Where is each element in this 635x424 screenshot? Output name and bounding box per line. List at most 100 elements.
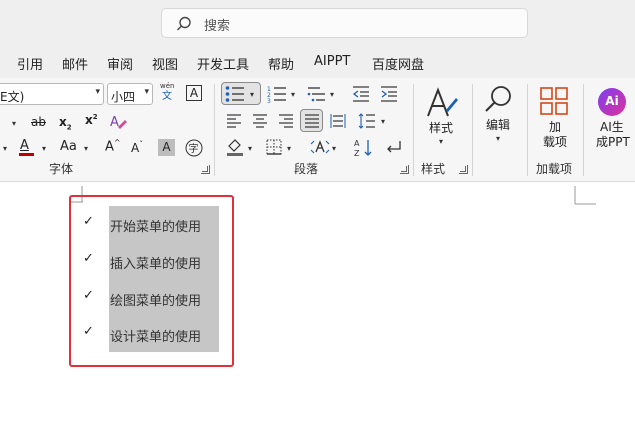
styles-dialog-launcher[interactable]: [459, 165, 468, 174]
check-bullet-icon: ✓: [83, 251, 94, 266]
search-box[interactable]: 搜索: [161, 8, 528, 38]
chevron-down-icon[interactable]: ▾: [439, 137, 443, 146]
chevron-down-icon[interactable]: ▾: [248, 144, 252, 153]
font-color-button[interactable]: A: [20, 139, 29, 152]
font-name-dropdown[interactable]: E文) ▾: [0, 83, 104, 105]
borders-icon[interactable]: [266, 139, 282, 155]
ribbon: E文) ▾ 小四 ▾ wén 文 A ▾ ab x2 x2 A ▾ A ▾ Aa…: [0, 78, 635, 182]
chevron-down-icon[interactable]: ▾: [3, 144, 7, 153]
grow-font-button[interactable]: A^: [105, 139, 121, 154]
margin-corner-right: [574, 186, 596, 205]
svg-text:A: A: [354, 139, 360, 148]
shading-icon[interactable]: [226, 138, 244, 156]
addins-button-line2[interactable]: 载项: [543, 135, 567, 150]
svg-text:Z: Z: [354, 149, 360, 158]
group-separator: [214, 84, 215, 176]
tab-help[interactable]: 帮助: [268, 54, 294, 73]
chevron-down-icon[interactable]: ▾: [12, 119, 16, 128]
addins-icon[interactable]: [540, 87, 568, 115]
tab-baidu-netdisk[interactable]: 百度网盘: [372, 54, 424, 73]
superscript-x: x: [85, 113, 93, 127]
multilevel-list-icon[interactable]: [306, 85, 326, 103]
strikethrough-button[interactable]: ab: [31, 116, 46, 128]
line-spacing-icon[interactable]: [358, 112, 376, 130]
change-case-button[interactable]: Aa: [60, 140, 77, 153]
chinese-layout-icon[interactable]: [310, 138, 330, 156]
phonetic-guide-icon: 文: [162, 91, 172, 102]
editing-button-label[interactable]: 编辑: [486, 118, 510, 133]
ai-ppt-line2[interactable]: 成PPT: [596, 135, 630, 150]
list-item-text: 插入菜单的使用: [110, 257, 202, 272]
search-placeholder: 搜索: [204, 19, 231, 34]
increase-indent-icon[interactable]: [380, 85, 398, 103]
distributed-icon[interactable]: [330, 113, 346, 129]
superscript-button[interactable]: x2: [85, 113, 98, 127]
chevron-down-icon[interactable]: ▾: [250, 90, 254, 99]
chevron-down-icon: ▾: [95, 87, 100, 97]
list-item[interactable]: ✓ 插入菜单的使用: [0, 251, 635, 272]
phonetic-guide-button[interactable]: wén: [160, 83, 174, 90]
font-size-dropdown[interactable]: 小四 ▾: [107, 83, 153, 105]
tab-view[interactable]: 视图: [152, 54, 178, 73]
list-item[interactable]: ✓ 设计菜单的使用: [0, 324, 635, 345]
chevron-down-icon[interactable]: ▾: [496, 134, 500, 143]
enclose-characters-icon[interactable]: 字: [184, 138, 204, 158]
group-separator: [472, 84, 473, 176]
chevron-down-icon[interactable]: ▾: [42, 144, 46, 153]
shrink-font-a: A: [131, 141, 140, 155]
styles-group-label: 样式: [421, 162, 446, 176]
ai-ppt-line1[interactable]: AI生: [600, 120, 624, 135]
font-size-value: 小四: [111, 90, 136, 104]
chevron-down-icon[interactable]: ▾: [84, 144, 88, 153]
check-bullet-icon: ✓: [83, 324, 94, 339]
tab-aippt[interactable]: AIPPT: [314, 54, 350, 69]
magnifier-icon[interactable]: [482, 84, 514, 116]
svg-text:3: 3: [267, 98, 271, 103]
decrease-indent-icon[interactable]: [352, 85, 370, 103]
align-right-icon[interactable]: [278, 113, 294, 129]
character-border-button[interactable]: A: [186, 85, 202, 101]
superscript-mark: 2: [92, 113, 98, 121]
subscript-button[interactable]: x2: [59, 116, 72, 131]
list-item[interactable]: ✓ 开始菜单的使用: [0, 214, 635, 235]
list-item-text: 设计菜单的使用: [110, 330, 202, 345]
shrink-font-button[interactable]: Aˇ: [131, 141, 143, 155]
subscript-x: x: [59, 115, 67, 129]
character-shading-button[interactable]: A: [158, 139, 175, 156]
ai-ppt-icon[interactable]: Ai: [598, 88, 626, 116]
chevron-down-icon[interactable]: ▾: [332, 144, 336, 153]
bullet-list-icon: [225, 86, 244, 102]
list-item[interactable]: ✓ 绘图菜单的使用: [0, 288, 635, 309]
font-group-label: 字体: [49, 162, 74, 176]
text-effects-icon[interactable]: A: [108, 111, 128, 131]
group-separator: [413, 84, 414, 176]
search-icon: [177, 16, 191, 31]
paragraph-dialog-launcher[interactable]: [400, 165, 409, 174]
list-item-text: 绘图菜单的使用: [110, 294, 202, 309]
chevron-down-icon[interactable]: ▾: [291, 90, 295, 99]
tab-review[interactable]: 审阅: [107, 54, 133, 73]
tab-developer[interactable]: 开发工具: [197, 54, 249, 73]
font-dialog-launcher[interactable]: [201, 165, 210, 174]
group-separator: [527, 84, 528, 176]
sort-icon[interactable]: A Z: [354, 138, 374, 158]
align-center-icon[interactable]: [252, 113, 268, 129]
addins-button-line1[interactable]: 加: [549, 120, 561, 135]
styles-button-label[interactable]: 样式: [429, 121, 453, 136]
svg-text:A: A: [110, 115, 119, 130]
group-separator: [583, 84, 584, 176]
chevron-down-icon[interactable]: ▾: [330, 90, 334, 99]
menu-bar: 引用 邮件 审阅 视图 开发工具 帮助 AIPPT 百度网盘: [0, 48, 635, 78]
addins-group-label: 加载项: [536, 162, 573, 176]
paragraph-mark-icon[interactable]: [384, 138, 402, 156]
styles-icon[interactable]: [426, 86, 458, 120]
numbered-list-icon[interactable]: 1 2 3: [267, 85, 287, 103]
align-left-icon[interactable]: [226, 113, 242, 129]
chevron-down-icon[interactable]: ▾: [287, 144, 291, 153]
tab-mailings[interactable]: 邮件: [62, 54, 88, 73]
paragraph-group-label: 段落: [294, 162, 319, 176]
justify-icon: [305, 114, 319, 128]
tab-references[interactable]: 引用: [17, 54, 43, 73]
chevron-down-icon[interactable]: ▾: [381, 117, 385, 126]
font-name-value: E文): [0, 90, 25, 104]
